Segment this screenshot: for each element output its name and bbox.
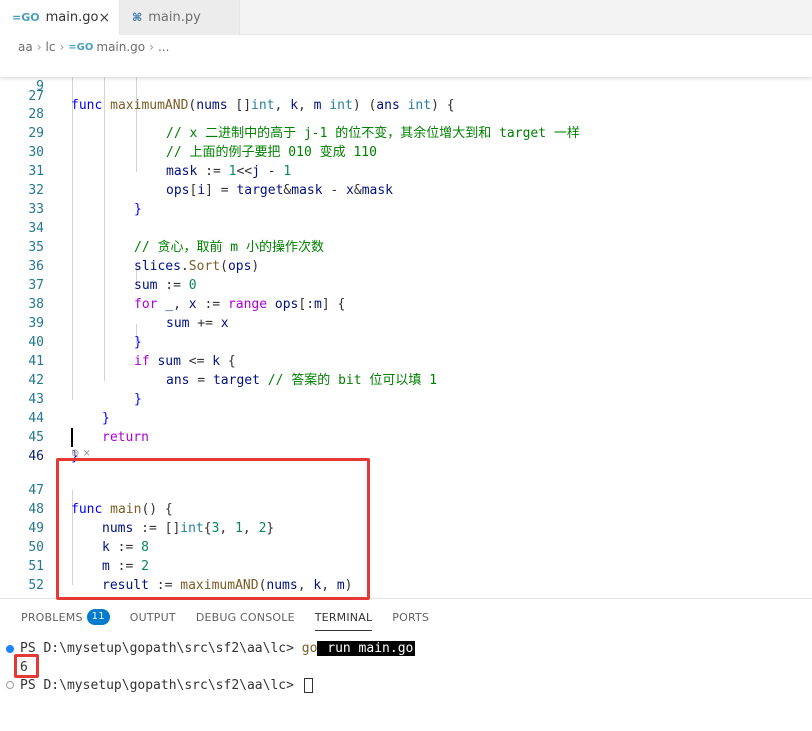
problems-count-badge: 11: [86, 609, 110, 625]
go-file-icon: =GO: [68, 41, 94, 53]
code-line: 35 slices.Sort(ops): [0, 219, 812, 274]
tab-label: TERMINAL: [314, 610, 373, 624]
tab-problems[interactable]: PROBLEMS 11: [21, 599, 110, 635]
tab-label: OUTPUT: [129, 610, 176, 624]
command-pending-dot-icon[interactable]: [6, 681, 14, 689]
breadcrumb-item[interactable]: aa: [18, 40, 33, 54]
code-line: 40 if sum <= k {: [0, 314, 812, 369]
tab-label: DEBUG CONSOLE: [195, 610, 295, 624]
breadcrumb: aa › lc › =GO main.go › ...: [0, 36, 812, 58]
code-line: 30 mask := 1<<j - 1: [0, 124, 812, 179]
terminal-output: 6: [20, 660, 28, 675]
code-line: 50 m := 2: [0, 519, 812, 574]
chevron-right-icon: ›: [36, 40, 42, 54]
terminal-prompt: PS D:\mysetup\gopath\src\sf2\aa\lc>: [20, 678, 302, 693]
code-line: 36 sum := 0: [0, 238, 812, 293]
editor-tab-bar: =GO main.go × ⌘ main.py: [0, 0, 812, 35]
chevron-right-icon: ›: [59, 40, 65, 54]
tab-label: main.go: [45, 10, 99, 25]
code-line: 42 }: [0, 352, 812, 407]
codelens-icon[interactable]: ⊕ ⨯: [71, 448, 91, 459]
breadcrumb-item[interactable]: ...: [158, 40, 169, 54]
code-line: 47 func main() {: [0, 462, 812, 517]
sticky-scroll-header[interactable]: 9 func maximumAND(nums []int, k, m int) …: [0, 58, 812, 113]
code-line: 33: [0, 181, 812, 217]
tab-label: PROBLEMS: [21, 610, 83, 624]
code-line: 45 }: [0, 409, 812, 464]
breadcrumb-item[interactable]: lc: [46, 40, 56, 54]
code-line: 43 }: [0, 371, 812, 426]
code-editor[interactable]: 27 9 func maximumAND(nums []int, k, m in…: [0, 58, 812, 631]
tab-debug-console[interactable]: DEBUG CONSOLE: [196, 599, 295, 635]
code-line: 39 }: [0, 295, 812, 350]
code-line: 48 nums := []int{3, 1, 2}: [0, 481, 812, 536]
command-success-dot-icon[interactable]: [6, 645, 14, 653]
tab-ports[interactable]: PORTS: [392, 599, 429, 635]
terminal-cursor: [303, 678, 313, 693]
code-line: 32 }: [0, 162, 812, 217]
tab-main-py[interactable]: ⌘ main.py: [120, 0, 240, 35]
code-line: 44 return: [0, 390, 812, 445]
python-file-icon: ⌘: [132, 11, 143, 24]
text-cursor: [71, 428, 73, 447]
chevron-right-icon: ›: [149, 40, 154, 54]
code-line: 31 ops[i] = target&mask - x&mask: [0, 143, 812, 198]
code-line: 53 }: [0, 576, 812, 631]
terminal-prompt: PS D:\mysetup\gopath\src\sf2\aa\lc>: [20, 641, 302, 656]
tab-label: PORTS: [392, 610, 430, 624]
code-line: 38 sum += x: [0, 276, 812, 331]
close-icon[interactable]: ×: [98, 10, 110, 26]
code-line: 41 ans = target // 答案的 bit 位可以填 1: [0, 333, 812, 388]
code-line: 52 fmt.Println(result): [0, 557, 812, 612]
code-line-current: 46: [0, 428, 812, 464]
tab-terminal[interactable]: TERMINAL: [314, 599, 373, 635]
line-number: 9: [36, 79, 44, 94]
go-file-icon: =GO: [12, 11, 40, 24]
code-text: func maximumAND(nums []int, k, m int) (a…: [71, 98, 455, 113]
bottom-panel: PROBLEMS 11 OUTPUT DEBUG CONSOLE TERMINA…: [0, 598, 812, 731]
panel-tab-bar: PROBLEMS 11 OUTPUT DEBUG CONSOLE TERMINA…: [0, 599, 812, 635]
terminal-line: PS D:\mysetup\gopath\src\sf2\aa\lc>: [20, 676, 313, 695]
code-line: 34 // 贪心，取前 m 小的操作次数: [0, 200, 812, 255]
code-line: 49 k := 8: [0, 500, 812, 555]
tab-label: main.py: [148, 10, 201, 25]
tab-output[interactable]: OUTPUT: [130, 599, 176, 635]
terminal-line: PS D:\mysetup\gopath\src\sf2\aa\lc> go r…: [20, 639, 416, 658]
breadcrumb-item[interactable]: main.go: [96, 40, 145, 54]
code-line: 51 result := maximumAND(nums, k, m): [0, 538, 812, 593]
terminal-command: go: [301, 641, 318, 656]
code-line: 37 for _, x := range ops[:m] {: [0, 257, 812, 312]
tab-main-go[interactable]: =GO main.go ×: [0, 0, 120, 35]
terminal-command-args: run main.go: [317, 641, 416, 656]
